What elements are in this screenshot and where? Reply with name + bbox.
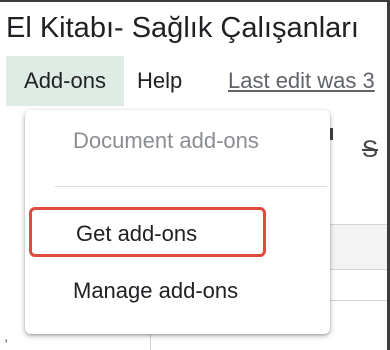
table-row	[330, 224, 387, 270]
row-marker-icon: ,	[4, 328, 9, 345]
get-addons-highlight[interactable]: Get add-ons	[29, 207, 266, 257]
strikethrough-button[interactable]: S	[362, 136, 378, 164]
frame-border-top	[0, 0, 390, 2]
toolbar-divider	[330, 128, 333, 140]
table-divider	[330, 300, 387, 301]
manage-addons-menu-item[interactable]: Manage add-ons	[73, 278, 238, 304]
last-edit-link[interactable]: Last edit was 3	[228, 56, 375, 106]
menu-help[interactable]: Help	[137, 56, 182, 106]
addons-dropdown-menu: Document add-ons Get add-ons Manage add-…	[25, 110, 330, 334]
document-addons-header: Document add-ons	[73, 128, 259, 153]
menu-addons[interactable]: Add-ons	[6, 56, 124, 106]
menu-separator	[55, 186, 327, 187]
document-title[interactable]: El Kitabı- Sağlık Çalışanları	[6, 12, 359, 45]
get-addons-menu-item[interactable]: Get add-ons	[76, 221, 197, 247]
menu-bar: Add-ons Help Last edit was 3	[0, 56, 387, 106]
